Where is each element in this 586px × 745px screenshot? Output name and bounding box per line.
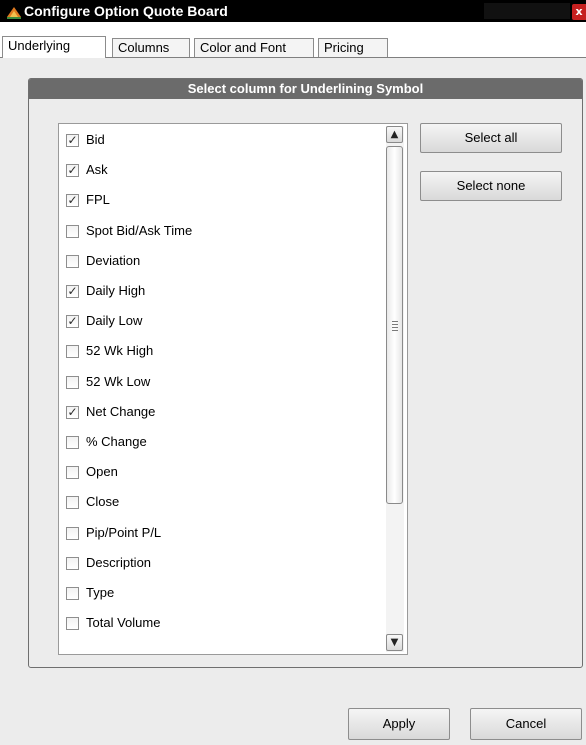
list-item-label: 52 Wk High: [86, 343, 154, 359]
title-bar[interactable]: Configure Option Quote Board x: [0, 0, 586, 22]
tab-underlying[interactable]: Underlying: [2, 36, 106, 58]
list-item-label: Deviation: [86, 252, 141, 268]
list-item-label: Daily Low: [86, 313, 143, 329]
app-logo-icon: [7, 7, 21, 19]
checkbox-unchecked[interactable]: [66, 496, 79, 510]
checkbox-unchecked[interactable]: [66, 556, 79, 570]
checkbox-unchecked[interactable]: [66, 526, 79, 540]
apply-button[interactable]: Apply: [348, 708, 450, 740]
list-item[interactable]: ✓ Ask: [59, 159, 379, 183]
dialog-button-bar: Apply Cancel: [0, 708, 586, 745]
checkbox-checked[interactable]: ✓: [66, 134, 79, 147]
checkbox-unchecked[interactable]: [66, 617, 79, 631]
list-item[interactable]: % Change: [59, 431, 379, 455]
checkbox-checked[interactable]: ✓: [66, 315, 79, 329]
list-item[interactable]: ✓ Daily Low: [59, 310, 379, 334]
list-item[interactable]: Spot Bid/Ask Time: [59, 220, 379, 244]
tab-columns[interactable]: Columns: [112, 38, 190, 58]
list-item-label: Close: [86, 494, 120, 510]
scroll-down-button[interactable]: ▼: [386, 634, 403, 651]
list-item-label: Daily High: [86, 283, 146, 298]
list-item[interactable]: 52 Wk Low: [59, 371, 379, 395]
list-item[interactable]: 52 Wk High: [59, 340, 379, 364]
select-all-button[interactable]: Select all: [420, 123, 562, 153]
list-item[interactable]: ✓ Bid: [59, 129, 379, 153]
tab-strip: Underlying Columns Color and Font Pricin…: [0, 22, 586, 58]
columns-listbox[interactable]: ✓ Bid ✓ Ask ✓ FPL Spot Bid/Ask Time Deviation ✓ D…: [58, 123, 408, 655]
list-item-label: Total Volume: [86, 615, 161, 631]
scroll-grip-icon: [392, 321, 398, 331]
panel-header: Select column for Underlining Symbol: [29, 79, 582, 99]
checkbox-unchecked[interactable]: [66, 375, 79, 389]
list-item-label: Bid: [86, 132, 105, 147]
tab-color-and-font[interactable]: Color and Font: [194, 38, 314, 58]
checkbox-unchecked[interactable]: [66, 436, 79, 449]
list-item[interactable]: Total Volume: [59, 612, 379, 636]
close-button[interactable]: x: [572, 4, 586, 20]
checkbox-unchecked[interactable]: [66, 466, 79, 480]
list-item[interactable]: Open: [59, 461, 379, 485]
column-selection-panel: Select column for Underlining Symbol ✓ Bi…: [28, 78, 583, 668]
list-item-label: Open: [86, 464, 118, 480]
list-item-label: Description: [86, 554, 152, 570]
checkbox-unchecked[interactable]: [66, 587, 79, 600]
checkbox-unchecked[interactable]: [66, 345, 79, 359]
list-item[interactable]: ✓ Net Change: [59, 401, 379, 425]
list-item[interactable]: Type: [59, 582, 379, 606]
chevron-down-icon: ▼: [390, 637, 399, 648]
list-item-label: FPL: [86, 192, 110, 208]
checkbox-checked[interactable]: ✓: [66, 285, 79, 298]
scroll-thumb[interactable]: [386, 146, 403, 504]
checkbox-unchecked[interactable]: [66, 224, 79, 238]
title-bar-spacer: [484, 3, 570, 19]
checkbox-unchecked[interactable]: [66, 254, 79, 268]
tab-content: Select column for Underlining Symbol ✓ Bi…: [10, 58, 586, 708]
cancel-button[interactable]: Cancel: [470, 708, 582, 740]
list-item-label: Net Change: [86, 403, 156, 419]
list-item[interactable]: ✓ FPL: [59, 189, 379, 213]
configure-option-quote-board-window: Configure Option Quote Board x Underlyin…: [0, 0, 586, 745]
list-item[interactable]: Close: [59, 491, 379, 515]
list-item-label: Pip/Point P/L: [86, 524, 162, 540]
list-item[interactable]: Pip/Point P/L: [59, 522, 379, 546]
list-item-label: Spot Bid/Ask Time: [86, 222, 193, 238]
tab-pricing[interactable]: Pricing: [318, 38, 388, 58]
checkbox-checked[interactable]: ✓: [66, 164, 79, 178]
list-item[interactable]: Description: [59, 552, 379, 576]
list-item-label: Type: [86, 585, 115, 600]
checkbox-checked[interactable]: ✓: [66, 194, 79, 208]
columns-list-items: ✓ Bid ✓ Ask ✓ FPL Spot Bid/Ask Time Deviation ✓ D…: [59, 124, 385, 654]
list-item-label: % Change: [86, 434, 147, 449]
checkbox-checked[interactable]: ✓: [66, 405, 79, 419]
list-item[interactable]: ✓ Daily High: [59, 280, 379, 304]
scroll-up-button[interactable]: ▲: [386, 126, 403, 143]
list-scrollbar[interactable]: ▲ ▼: [386, 126, 404, 652]
list-item-label: Ask: [86, 162, 108, 178]
chevron-up-icon: ▲: [390, 129, 399, 140]
list-item[interactable]: Deviation: [59, 250, 379, 274]
list-item-label: 52 Wk Low: [86, 373, 151, 389]
window-title: Configure Option Quote Board: [24, 3, 228, 19]
select-none-button[interactable]: Select none: [420, 171, 562, 201]
